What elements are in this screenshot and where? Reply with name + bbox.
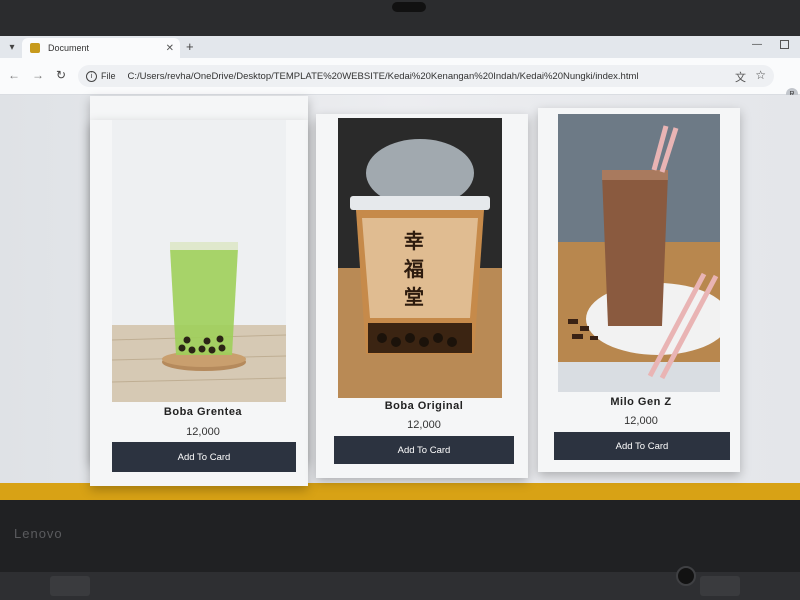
product-price: 12,000: [186, 426, 220, 438]
site-info-chip[interactable]: i File: [86, 70, 116, 82]
product-image-boba-grentea: [112, 120, 286, 402]
reload-icon[interactable]: ↻: [56, 68, 66, 82]
close-icon[interactable]: ✕: [166, 43, 174, 54]
forward-icon[interactable]: →: [32, 68, 44, 82]
product-price: 12,000: [407, 419, 441, 431]
add-to-cart-button[interactable]: Add To Card: [554, 432, 730, 460]
product-image-milo-gen-z: [558, 114, 720, 392]
power-button: [676, 566, 696, 586]
maximize-icon[interactable]: [780, 40, 789, 49]
add-to-cart-button[interactable]: Add To Card: [334, 436, 514, 464]
hinge-left: [50, 576, 90, 596]
webcam: [392, 2, 426, 12]
product-price: 12,000: [624, 415, 658, 427]
site-info-label: File: [101, 71, 116, 81]
translate-icon[interactable]: 文: [735, 69, 746, 85]
info-icon: i: [86, 70, 97, 82]
brand-logo: Lenovo: [14, 526, 63, 541]
svg-text:幸: 幸: [404, 229, 424, 253]
product-card: Milo Gen Z 12,000 Add To Card: [538, 108, 740, 472]
address-bar[interactable]: i File C:/Users/revha/OneDrive/Desktop/T…: [78, 65, 774, 87]
tab-menu-icon[interactable]: ▾: [4, 39, 20, 55]
svg-text:福: 福: [403, 257, 424, 281]
product-card: 幸福堂 Boba Original 12,000 Add To Card: [316, 114, 528, 478]
product-name: Boba Original: [384, 400, 464, 412]
back-icon[interactable]: ←: [8, 68, 20, 82]
product-name: Milo Gen Z: [610, 396, 672, 408]
laptop-bezel-top: [0, 0, 800, 36]
product-card: Boba Grentea 12,000 Add To Card: [90, 120, 308, 486]
svg-text:堂: 堂: [404, 285, 424, 309]
add-to-cart-button[interactable]: Add To Card: [112, 442, 296, 472]
product-image-boba-original: 幸福堂: [338, 118, 502, 398]
browser-toolbar: ← → ↻ i File C:/Users/revha/OneDrive/Des…: [0, 58, 800, 100]
tab-title: Document: [48, 43, 90, 53]
tab-document[interactable]: Document ✕: [22, 38, 180, 58]
url-text[interactable]: C:/Users/revha/OneDrive/Desktop/TEMPLATE…: [128, 71, 639, 82]
tab-bar: ▾ Document ✕ + —: [0, 36, 800, 58]
plus-icon[interactable]: +: [186, 39, 194, 54]
star-icon[interactable]: ☆: [755, 68, 766, 82]
hinge-right: [700, 576, 740, 596]
product-name: Boba Grentea: [163, 406, 243, 418]
favicon-icon: [30, 43, 40, 53]
minimize-icon[interactable]: —: [752, 39, 762, 50]
